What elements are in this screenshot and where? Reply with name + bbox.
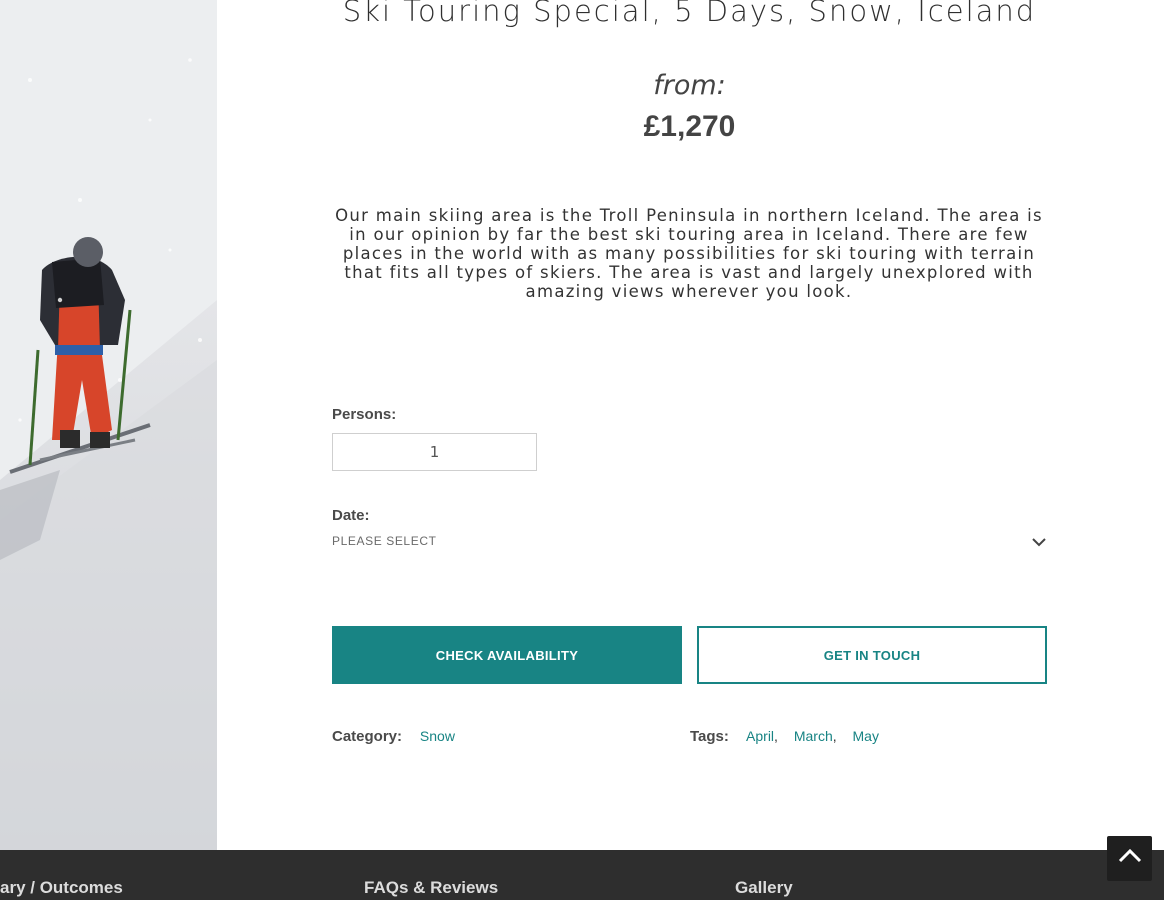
tags-label: Tags: [690,728,729,745]
category-link[interactable]: Snow [420,728,455,744]
date-select[interactable]: PLEASE SELECT [332,534,1047,554]
tags-meta: Tags: April, March, May [690,728,879,745]
hero-image [0,0,217,850]
footer-link-gallery[interactable]: Gallery [735,878,793,898]
chevron-down-icon [1031,536,1047,550]
check-availability-button[interactable]: CHECK AVAILABILITY [332,626,682,684]
category-label: Category: [332,728,403,745]
back-to-top-button[interactable] [1107,836,1152,881]
product-price: £1,270 [643,110,736,143]
chevron-up-icon [1118,848,1142,868]
price-from-label: from: [653,70,726,101]
tag-link[interactable]: May [853,728,879,744]
category-meta: Category: Snow [332,728,455,745]
tag-link[interactable]: March [794,728,833,744]
get-in-touch-button[interactable]: GET IN TOUCH [697,626,1047,684]
persons-label: Persons: [332,406,397,423]
persons-input[interactable] [332,433,537,471]
tag-link[interactable]: April [746,728,774,744]
date-select-value: PLEASE SELECT [332,534,437,548]
product-description: Our main skiing area is the Troll Penins… [335,206,1043,301]
ski-tourer-illustration [0,0,217,850]
date-label: Date: [332,507,370,524]
footer-link-itinerary[interactable]: ary / Outcomes [0,878,123,898]
footer: ary / Outcomes FAQs & Reviews Gallery [0,850,1164,900]
product-content: Ski Touring Special, 5 Days, Snow, Icela… [217,0,1164,850]
product-title: Ski Touring Special, 5 Days, Snow, Icela… [342,0,1037,28]
footer-link-faqs[interactable]: FAQs & Reviews [364,878,498,898]
